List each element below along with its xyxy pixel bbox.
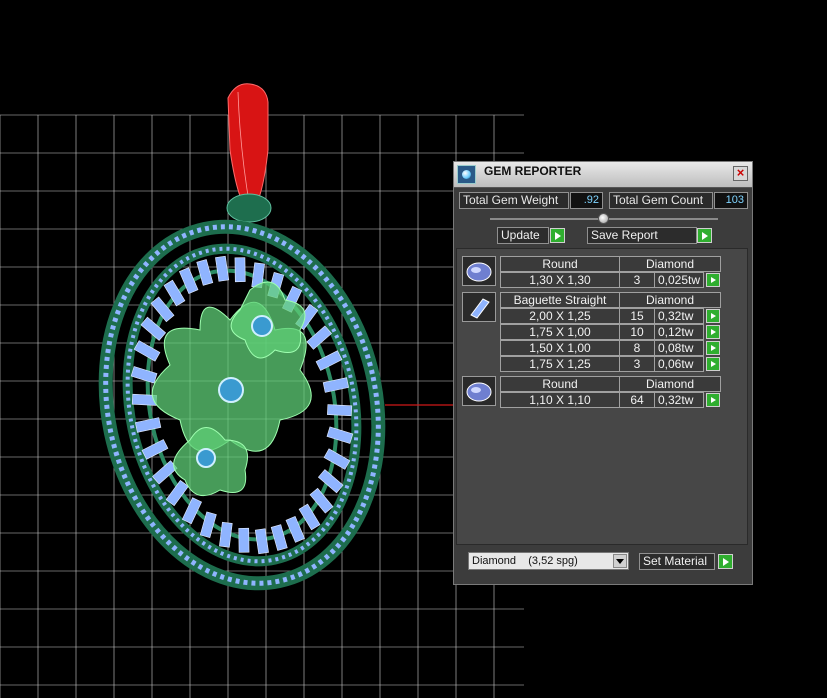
- chevron-down-icon[interactable]: [613, 554, 627, 568]
- round-gem-icon: [462, 376, 496, 406]
- group-material: Diamond: [619, 292, 721, 308]
- baguette-stone: [165, 479, 189, 507]
- row-select-arrow-icon[interactable]: [706, 325, 720, 339]
- update-button[interactable]: Update: [497, 227, 549, 244]
- baguette-gem-icon: [462, 292, 496, 322]
- total-count-label: Total Gem Count: [609, 192, 713, 209]
- group-shape: Baguette Straight: [500, 292, 620, 308]
- bail-shape: [227, 83, 269, 213]
- gem-size: 1,50 X 1,00: [500, 340, 620, 356]
- panel-titlebar[interactable]: GEM REPORTER ×: [454, 162, 752, 188]
- save-report-arrow-icon[interactable]: [697, 228, 712, 243]
- baguette-stone: [322, 377, 350, 393]
- baguette-stone: [130, 366, 158, 384]
- slider-handle[interactable]: [598, 213, 609, 224]
- update-arrow-icon[interactable]: [550, 228, 565, 243]
- gem-list[interactable]: Round Diamond 1,30 X 1,30 3 0,025tw Baguette …: [456, 248, 748, 545]
- gem-count: 10: [619, 324, 655, 340]
- group-material: Diamond: [619, 256, 721, 272]
- bottom-gem: [196, 448, 216, 468]
- gem-count: 15: [619, 308, 655, 324]
- row-select-arrow-icon[interactable]: [706, 357, 720, 371]
- close-icon[interactable]: ×: [733, 166, 748, 181]
- gem-count: 8: [619, 340, 655, 356]
- gem-size: 2,00 X 1,25: [500, 308, 620, 324]
- row-select-arrow-icon[interactable]: [706, 393, 720, 407]
- gem-size: 1,10 X 1,10: [500, 392, 620, 408]
- row-select-arrow-icon[interactable]: [706, 341, 720, 355]
- total-count-value: 103: [714, 192, 748, 209]
- set-material-arrow-icon[interactable]: [718, 554, 733, 569]
- baguette-stone: [323, 448, 351, 470]
- baguette-stone: [254, 528, 269, 555]
- save-report-button[interactable]: Save Report: [587, 227, 697, 244]
- baguette-stone: [238, 527, 250, 553]
- group-shape: Round: [500, 376, 620, 392]
- baguette-stone: [215, 255, 230, 282]
- material-select[interactable]: Diamond (3,52 spg): [468, 552, 629, 570]
- total-weight-value: .92: [570, 192, 603, 209]
- gem-weight: 0,06tw: [654, 356, 704, 372]
- baguette-stone: [326, 426, 354, 444]
- total-weight-label: Total Gem Weight: [459, 192, 569, 209]
- pendant-model[interactable]: [74, 83, 411, 609]
- row-select-arrow-icon[interactable]: [706, 309, 720, 323]
- baguette-stone: [133, 340, 161, 362]
- gem-size: 1,30 X 1,30: [500, 272, 620, 288]
- gem-size: 1,75 X 1,00: [500, 324, 620, 340]
- baguette-stone: [298, 503, 321, 531]
- row-select-arrow-icon[interactable]: [706, 273, 720, 287]
- top-gem: [251, 315, 273, 337]
- baguette-stone: [219, 521, 233, 548]
- gem-size: 1,75 X 1,25: [500, 356, 620, 372]
- gem-count: 3: [619, 272, 655, 288]
- gem-weight: 0,32tw: [654, 392, 704, 408]
- baguette-stone: [134, 417, 162, 433]
- gem-reporter-panel: GEM REPORTER × Total Gem Weight .92 Tota…: [453, 161, 753, 585]
- gem-reporter-icon: [457, 165, 476, 184]
- set-material-button[interactable]: Set Material: [639, 553, 715, 570]
- panel-title: GEM REPORTER: [484, 164, 582, 178]
- gem-count: 64: [619, 392, 655, 408]
- gem-weight: 0,32tw: [654, 308, 704, 324]
- material-select-value: Diamond (3,52 spg): [472, 555, 578, 567]
- baguette-stone: [163, 279, 186, 307]
- group-material: Diamond: [619, 376, 721, 392]
- gem-weight: 0,025tw: [654, 272, 704, 288]
- round-gem-icon: [462, 256, 496, 286]
- group-shape: Round: [500, 256, 620, 272]
- baguette-stone: [327, 404, 353, 417]
- center-gem: [218, 377, 244, 403]
- gem-count: 3: [619, 356, 655, 372]
- gem-weight: 0,12tw: [654, 324, 704, 340]
- bail-ring: [226, 193, 272, 223]
- baguette-stone: [234, 257, 246, 283]
- gem-weight: 0,08tw: [654, 340, 704, 356]
